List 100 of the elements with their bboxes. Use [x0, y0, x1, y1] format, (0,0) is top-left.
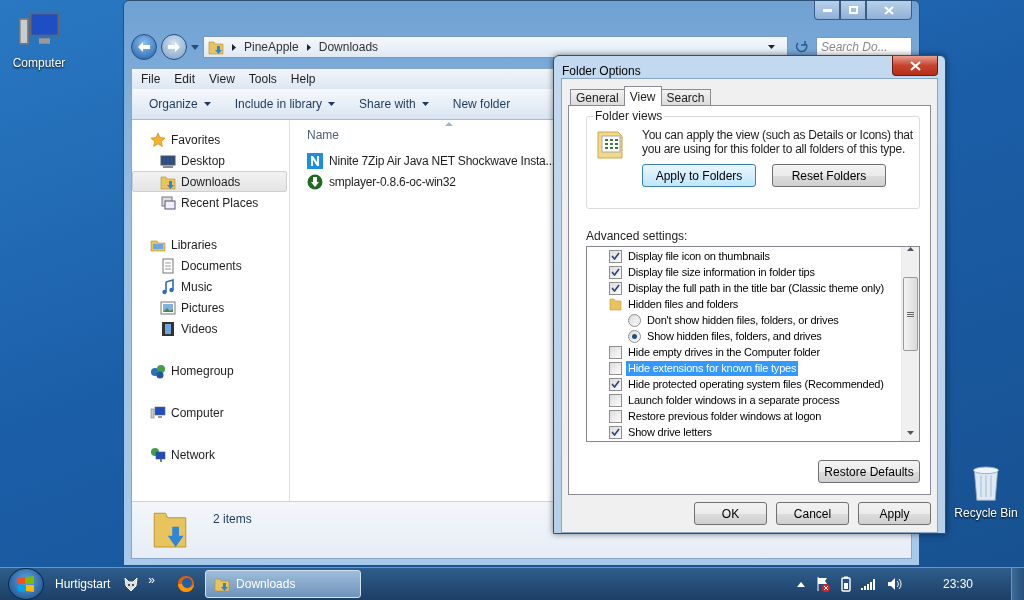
- checkbox[interactable]: [609, 281, 622, 295]
- close-button[interactable]: [866, 1, 912, 20]
- scrollbar[interactable]: [901, 247, 919, 441]
- nav-item[interactable]: Homegroup: [132, 360, 287, 381]
- menu-item[interactable]: File: [134, 72, 168, 86]
- tab[interactable]: View: [623, 86, 662, 106]
- film-icon: [160, 320, 176, 337]
- music-note-icon: [160, 278, 176, 295]
- star-icon: [150, 131, 166, 148]
- folder-download-icon: [160, 173, 176, 190]
- checkbox[interactable]: [609, 265, 622, 279]
- setting-label[interactable]: Display file size information in folder tips: [626, 264, 817, 280]
- setting-label[interactable]: Display the full path in the title bar (Classic theme only): [626, 280, 886, 296]
- documents-icon: [160, 257, 176, 274]
- nav-item[interactable]: Favorites: [132, 129, 287, 150]
- firefox-icon: [177, 575, 196, 593]
- checkbox[interactable]: [609, 425, 622, 439]
- checkmark-icon: [611, 380, 620, 388]
- setting-label[interactable]: Hidden files and folders: [626, 296, 741, 312]
- speaker-icon: [886, 577, 903, 591]
- dialog-button[interactable]: Apply to Folders: [642, 164, 756, 187]
- radio-button[interactable]: [628, 313, 641, 327]
- file-name[interactable]: smplayer-0.8.6-oc-win32: [329, 174, 456, 189]
- show-hidden-icons-icon: [796, 581, 805, 587]
- nav-item[interactable]: Music: [132, 276, 287, 297]
- toolbar-button[interactable]: Organize: [149, 97, 211, 111]
- setting-label[interactable]: Display file icon on thumbnails: [626, 248, 772, 264]
- dialog-button[interactable]: Reset Folders: [772, 164, 886, 187]
- nav-item[interactable]: Videos: [132, 318, 287, 339]
- pictures-icon: [160, 299, 176, 316]
- setting-label[interactable]: Restore previous folder windows at logon: [626, 408, 824, 424]
- toolbar-button[interactable]: New folder: [452, 97, 511, 111]
- desktop-icon-label[interactable]: Recycle Bin: [954, 506, 1018, 520]
- show-desktop-button[interactable]: [1011, 568, 1024, 600]
- toolbar-button[interactable]: Include in library: [234, 97, 336, 111]
- column-header[interactable]: Name: [307, 128, 339, 142]
- overflow-chevron[interactable]: »: [148, 573, 156, 587]
- menu-item[interactable]: View: [202, 72, 242, 86]
- folder-download-icon: [214, 576, 231, 592]
- checkbox[interactable]: [609, 409, 622, 423]
- start-button[interactable]: [8, 568, 44, 600]
- setting-label[interactable]: Hide protected operating system files (Recommended): [626, 376, 886, 392]
- file-name[interactable]: Ninite 7Zip Air Java NET Shockwave Insta...: [329, 153, 555, 168]
- close-icon: [884, 5, 894, 15]
- minimize-button[interactable]: [814, 1, 840, 20]
- setting-label[interactable]: Launch folder windows in a separate process: [626, 392, 842, 408]
- breadcrumb-arrow-icon: [306, 43, 311, 51]
- nav-item[interactable]: Libraries: [132, 234, 287, 255]
- menu-item[interactable]: Help: [283, 72, 323, 86]
- nav-item[interactable]: Recent Places: [132, 192, 287, 213]
- radio-button[interactable]: [628, 329, 641, 343]
- tab[interactable]: Search: [660, 89, 711, 106]
- minimize-icon: [822, 8, 832, 12]
- setting-label[interactable]: Show hidden files, folders, and drives: [645, 328, 824, 344]
- toolbar-button[interactable]: Share with: [359, 97, 429, 111]
- flag-warning-icon: [814, 576, 831, 592]
- grip-icon: [907, 311, 914, 317]
- caret-icon: [203, 102, 211, 106]
- dialog-button[interactable]: Apply: [858, 502, 931, 525]
- quick-launch-label: Hurtigstart: [55, 577, 111, 591]
- checkmark-icon: [611, 428, 620, 436]
- recent-places-icon: [160, 194, 176, 211]
- checkbox[interactable]: [609, 377, 622, 391]
- forward-button[interactable]: [161, 34, 187, 60]
- back-button[interactable]: [131, 34, 157, 60]
- section-label: Advanced settings:: [586, 229, 689, 243]
- maximize-button[interactable]: [840, 1, 866, 20]
- setting-label[interactable]: Hide empty drives in the Computer folder: [626, 344, 822, 360]
- close-button[interactable]: [892, 56, 938, 76]
- dialog-button[interactable]: Cancel: [776, 502, 849, 525]
- restore-defaults-button[interactable]: Restore Defaults: [818, 460, 920, 483]
- search-field[interactable]: Search Do...: [816, 37, 912, 57]
- checkbox[interactable]: [609, 393, 622, 407]
- battery-icon: [840, 576, 851, 592]
- scroll-down-icon: [907, 431, 914, 435]
- menu-item[interactable]: Tools: [241, 72, 284, 86]
- nav-item[interactable]: Pictures: [132, 297, 287, 318]
- nav-item[interactable]: Downloads: [132, 171, 287, 192]
- desktop-icon-label[interactable]: Computer: [12, 56, 66, 70]
- nav-item[interactable]: Computer: [132, 402, 287, 423]
- dialog-button[interactable]: OK: [694, 502, 767, 525]
- scroll-thumb[interactable]: [903, 277, 918, 351]
- checkbox[interactable]: [609, 361, 622, 375]
- menu-item[interactable]: Edit: [167, 72, 203, 86]
- checkbox[interactable]: [609, 345, 622, 359]
- setting-label[interactable]: Don't show hidden files, folders, or drives: [645, 312, 841, 328]
- nav-item[interactable]: Network: [132, 444, 287, 465]
- checkbox[interactable]: [609, 249, 622, 263]
- clock[interactable]: 23:30: [942, 577, 973, 591]
- item-count: 2 items: [213, 512, 252, 526]
- sort-arrow-icon: [445, 122, 453, 126]
- setting-label[interactable]: Show drive letters: [626, 424, 714, 440]
- breadcrumb-item[interactable]: PineApple: [244, 40, 299, 54]
- tab[interactable]: General: [570, 89, 625, 106]
- group-label: Folder views: [593, 109, 665, 123]
- breadcrumb-item[interactable]: Downloads: [318, 40, 379, 54]
- nav-item[interactable]: Desktop: [132, 150, 287, 171]
- address-bar[interactable]: PineApple Downloads: [203, 36, 788, 58]
- close-icon: [909, 60, 921, 71]
- nav-item[interactable]: Documents: [132, 255, 287, 276]
